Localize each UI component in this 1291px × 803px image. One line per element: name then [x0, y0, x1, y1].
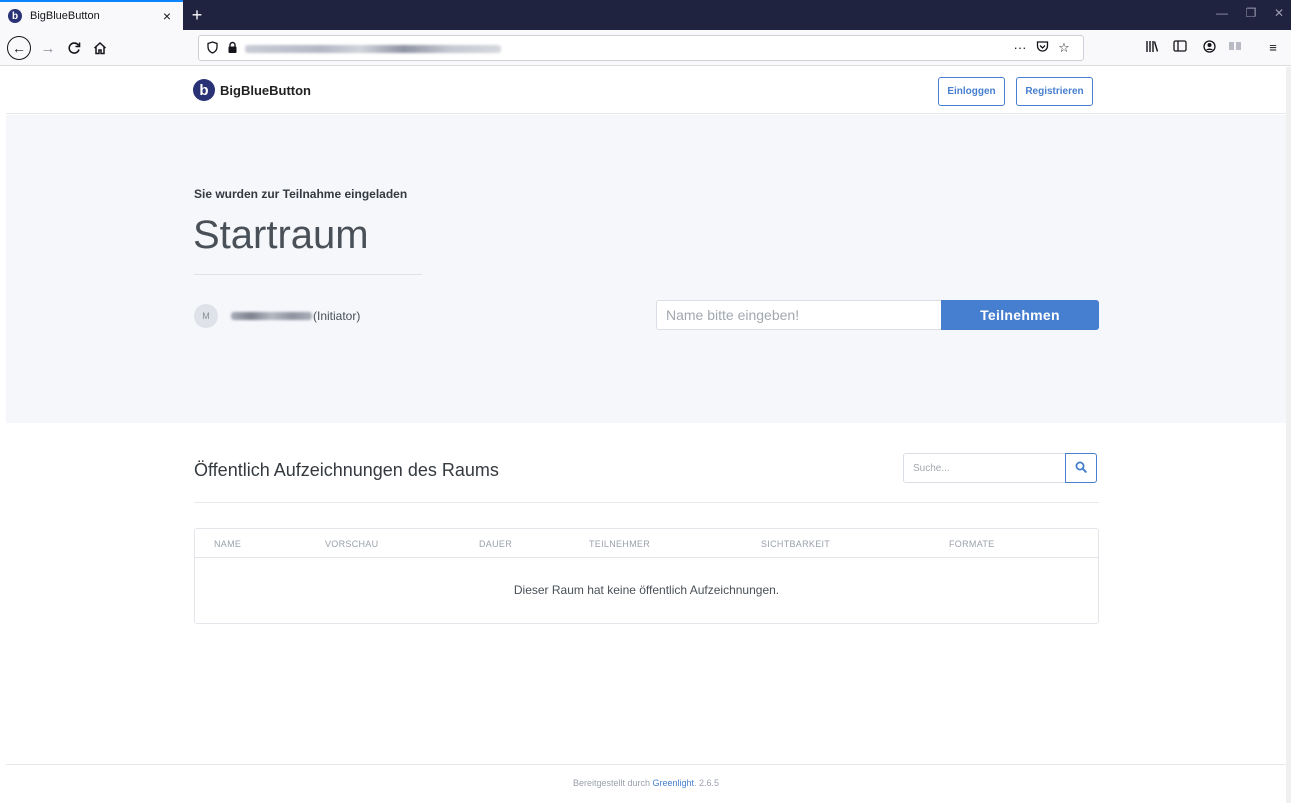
column-header-participants: Teilnehmer [589, 539, 651, 549]
room-name: Startraum [193, 213, 369, 257]
hamburger-menu-icon[interactable]: ≡ [1264, 40, 1282, 55]
room-join-section: Sie wurden zur Teilnahme eingeladen Star… [6, 115, 1286, 423]
empty-recordings-message: Dieser Raum hat keine öffentlich Aufzeic… [513, 583, 780, 597]
close-window-icon[interactable]: ✕ [1271, 6, 1287, 20]
tab-title: BigBlueButton [30, 10, 100, 22]
search-button[interactable] [1065, 453, 1097, 483]
restore-window-icon[interactable]: ❐ [1243, 6, 1259, 20]
owner-avatar: M [194, 304, 218, 328]
reload-icon[interactable] [62, 36, 86, 60]
bigbluebutton-favicon-icon: b [8, 9, 22, 23]
forward-arrow-icon[interactable]: → [36, 36, 60, 60]
browser-navigation-bar: ← → ··· ☆ ≡ [0, 30, 1291, 66]
bigbluebutton-logo[interactable]: b BigBlueButton [193, 79, 311, 101]
owner-name-redacted [231, 312, 312, 320]
site-footer: Bereitgestellt durch Greenlight. 2.6.5 [6, 764, 1286, 803]
browser-tab-bar: b BigBlueButton × + — ❐ ✕ [0, 0, 1291, 30]
column-header-name: Name [214, 539, 242, 549]
join-button[interactable]: Teilnehmen [941, 300, 1099, 330]
close-tab-icon[interactable]: × [159, 8, 175, 24]
recordings-table: Name Vorschau Dauer Teilnehmer Sichtbark… [194, 528, 1099, 624]
column-header-visibility: Sichtbarkeit [761, 539, 831, 549]
divider [194, 502, 1099, 503]
more-icon[interactable]: ··· [1011, 40, 1029, 55]
owner-role: (Initiator) [313, 309, 361, 323]
column-header-formats: Formate [949, 539, 995, 549]
column-header-preview: Vorschau [325, 539, 379, 549]
tracking-shield-icon[interactable] [205, 41, 219, 57]
site-header: b BigBlueButton Einloggen Registrieren [6, 67, 1286, 114]
new-tab-button[interactable]: + [185, 3, 209, 27]
url-bar[interactable]: ··· ☆ [198, 35, 1084, 61]
login-button[interactable]: Einloggen [938, 77, 1005, 106]
invitation-text: Sie wurden zur Teilnahme eingeladen [194, 187, 408, 201]
pocket-icon[interactable] [1033, 40, 1051, 56]
lock-icon[interactable] [225, 41, 239, 57]
footer-version: . 2.6.5 [694, 778, 720, 788]
greenlight-link[interactable]: Greenlight [652, 778, 694, 788]
recordings-search-input[interactable] [903, 453, 1066, 483]
home-icon[interactable] [88, 36, 112, 60]
minimize-window-icon[interactable]: — [1214, 6, 1230, 20]
library-icon[interactable] [1143, 40, 1161, 56]
extension-icon[interactable] [1226, 40, 1244, 55]
divider [194, 274, 422, 275]
url-text-redacted [245, 45, 501, 53]
logo-text: BigBlueButton [220, 82, 311, 98]
recordings-title: Öffentlich Aufzeichnungen des Raums [194, 460, 499, 480]
browser-tab-active[interactable]: b BigBlueButton × [0, 0, 183, 30]
page-scrollbar[interactable] [1286, 67, 1291, 803]
table-header: Name Vorschau Dauer Teilnehmer Sichtbark… [195, 529, 1098, 558]
column-header-duration: Dauer [479, 539, 513, 549]
account-icon[interactable] [1200, 40, 1218, 56]
name-input[interactable] [656, 300, 942, 330]
bigbluebutton-logo-icon: b [193, 79, 215, 101]
register-button[interactable]: Registrieren [1016, 77, 1093, 106]
sidebar-icon[interactable] [1171, 40, 1189, 55]
footer-prefix: Bereitgestellt durch [572, 778, 653, 788]
bookmark-star-icon[interactable]: ☆ [1055, 40, 1073, 56]
back-arrow-icon[interactable]: ← [7, 36, 31, 60]
page-content: b BigBlueButton Einloggen Registrieren S… [6, 67, 1286, 803]
search-icon [1075, 461, 1087, 476]
